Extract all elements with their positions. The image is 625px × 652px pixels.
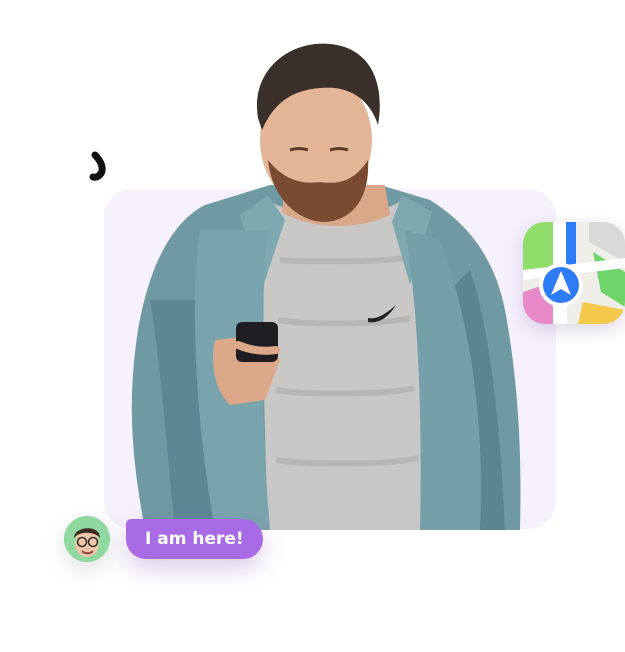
avatar[interactable] [64,516,110,562]
maps-app-icon[interactable] [523,222,625,324]
maps-navigation-icon [523,222,625,324]
chat-message: I am here! [64,516,263,562]
memoji-avatar-icon [64,516,110,562]
chat-bubble: I am here! [126,519,263,559]
